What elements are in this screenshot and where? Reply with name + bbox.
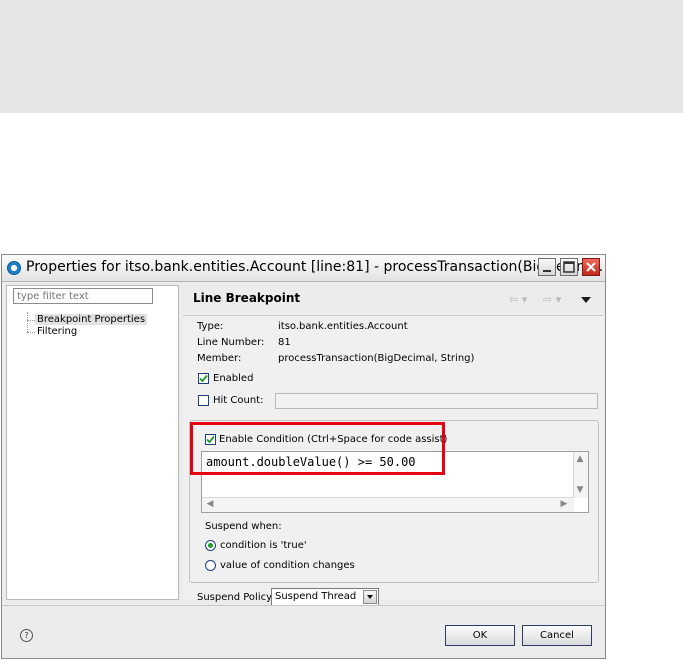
cancel-button[interactable]: Cancel bbox=[522, 625, 592, 646]
help-icon[interactable]: ? bbox=[20, 629, 33, 642]
tree-item-filtering[interactable]: Filtering bbox=[35, 326, 79, 337]
radio-condition-true[interactable] bbox=[205, 540, 216, 551]
app-icon bbox=[7, 261, 21, 275]
tree-connector bbox=[27, 332, 35, 333]
radio-condition-changes-label: value of condition changes bbox=[220, 560, 355, 571]
forward-arrow-icon[interactable]: ⇨ ▾ bbox=[543, 293, 561, 306]
line-number-label: Line Number: bbox=[197, 337, 265, 348]
page-title: Line Breakpoint bbox=[193, 291, 301, 305]
member-label: Member: bbox=[197, 353, 242, 364]
tree-item-breakpoint-properties[interactable]: Breakpoint Properties bbox=[35, 314, 148, 325]
hit-count-label: Hit Count: bbox=[213, 395, 264, 406]
window-title: Properties for itso.bank.entities.Accoun… bbox=[26, 259, 604, 275]
page-header: Line Breakpoint ⇦ ▾ ⇨ ▾ bbox=[183, 285, 603, 313]
radio-condition-changes[interactable] bbox=[205, 560, 216, 571]
filter-input[interactable] bbox=[13, 288, 153, 304]
view-menu-icon[interactable] bbox=[581, 297, 591, 304]
suspend-policy-select[interactable]: Suspend Thread bbox=[271, 588, 379, 606]
scroll-down-icon[interactable]: ▼ bbox=[574, 484, 586, 496]
close-button[interactable] bbox=[582, 258, 600, 276]
footer-divider bbox=[2, 605, 605, 606]
type-value: itso.bank.entities.Account bbox=[278, 321, 408, 332]
enabled-label: Enabled bbox=[213, 373, 254, 384]
hit-count-checkbox[interactable] bbox=[198, 395, 209, 406]
back-arrow-icon[interactable]: ⇦ ▾ bbox=[509, 293, 527, 306]
line-number-value: 81 bbox=[278, 337, 291, 348]
enabled-checkbox[interactable] bbox=[198, 373, 209, 384]
scroll-right-icon[interactable]: ▶ bbox=[558, 498, 570, 510]
hit-count-input[interactable] bbox=[275, 393, 598, 409]
minimize-button[interactable] bbox=[538, 258, 556, 276]
maximize-button[interactable] bbox=[560, 258, 578, 276]
radio-condition-true-label: condition is 'true' bbox=[220, 540, 307, 551]
type-label: Type: bbox=[197, 321, 224, 332]
suspend-policy-label: Suspend Policy: bbox=[197, 592, 275, 603]
title-bar[interactable]: Properties for itso.bank.entities.Accoun… bbox=[2, 255, 605, 282]
navigation-pane: Breakpoint Properties Filtering bbox=[6, 285, 179, 600]
scroll-up-icon[interactable]: ▲ bbox=[574, 453, 586, 465]
top-gray-band bbox=[0, 0, 683, 113]
ok-button[interactable]: OK bbox=[445, 625, 515, 646]
member-value: processTransaction(BigDecimal, String) bbox=[278, 353, 475, 364]
header-divider bbox=[183, 315, 603, 316]
dropdown-arrow-icon[interactable] bbox=[363, 590, 377, 604]
vertical-scrollbar[interactable]: ▲ ▼ bbox=[573, 452, 588, 498]
tree-connector bbox=[27, 320, 35, 321]
suspend-when-label: Suspend when: bbox=[205, 521, 282, 532]
horizontal-scrollbar[interactable]: ◀ ▶ bbox=[202, 497, 574, 512]
tree-connector bbox=[27, 312, 28, 332]
checkmark-icon bbox=[199, 374, 208, 383]
scroll-left-icon[interactable]: ◀ bbox=[204, 498, 216, 510]
suspend-policy-value: Suspend Thread bbox=[275, 591, 357, 602]
highlight-box bbox=[190, 422, 445, 475]
